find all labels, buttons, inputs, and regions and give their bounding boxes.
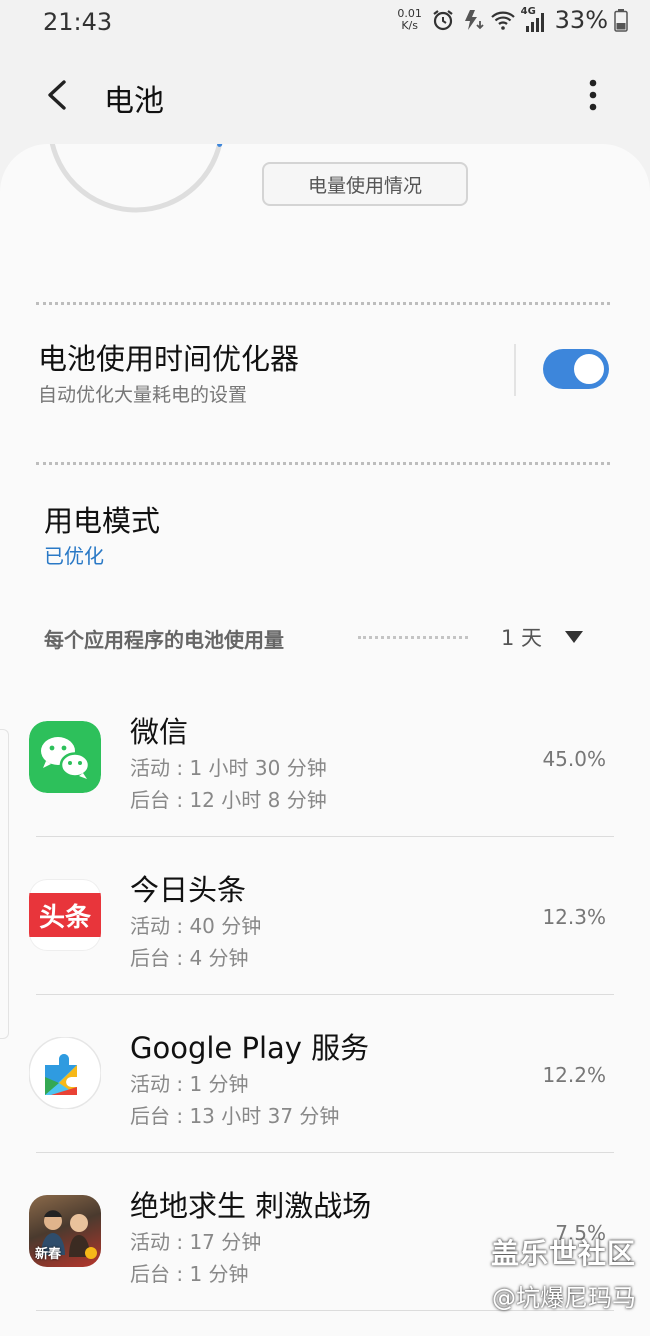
app-active-time: 活动 : 1 小时 30 分钟 <box>130 756 327 780</box>
watermark-line1: 盖乐世社区 <box>490 1237 636 1270</box>
net-speed-unit: K/s <box>401 19 418 32</box>
app-name: Google Play 服务 <box>130 1031 370 1065</box>
list-item[interactable]: 微信 活动 : 1 小时 30 分钟 后台 : 12 小时 8 分钟 45.0% <box>0 679 650 837</box>
list-item[interactable]: Google Play 服务 活动 : 1 分钟 后台 : 13 小时 37 分… <box>0 995 650 1153</box>
more-vertical-icon[interactable] <box>576 72 610 118</box>
app-usage-percent: 12.2% <box>542 1063 606 1087</box>
net-speed: 0.01 K/s <box>395 8 425 32</box>
app-background-time: 后台 : 13 小时 37 分钟 <box>130 1104 340 1128</box>
toggle-knob <box>572 352 606 386</box>
period-dropdown[interactable]: 1 天 <box>501 622 542 652</box>
power-mode-title: 用电模式 <box>44 504 161 538</box>
per-app-usage-header: 每个应用程序的电池使用量 <box>44 628 284 652</box>
wechat-icon <box>29 721 101 793</box>
status-time: 21:43 <box>43 8 113 36</box>
google-play-services-icon <box>29 1037 101 1109</box>
app-name: 绝地求生 刺激战场 <box>130 1189 372 1223</box>
toutiao-icon-label: 头条 <box>29 893 101 937</box>
app-name: 今日头条 <box>130 873 247 907</box>
watermark-line2: @坑爆尼玛马 <box>492 1284 636 1312</box>
app-active-time: 活动 : 1 分钟 <box>130 1072 249 1096</box>
toutiao-icon: 头条 <box>29 879 101 951</box>
signal-icon <box>525 13 544 32</box>
cell-signal: 4G <box>521 6 547 32</box>
dotted-divider <box>36 302 610 305</box>
app-background-time: 后台 : 1 分钟 <box>130 1262 249 1286</box>
back-arrow-icon[interactable] <box>38 70 78 120</box>
optimizer-subtitle: 自动优化大量耗电的设置 <box>38 384 248 406</box>
optimizer-toggle[interactable] <box>543 349 609 389</box>
optimizer-title: 电池使用时间优化器 <box>38 342 300 376</box>
wifi-icon <box>490 11 515 30</box>
status-icons: 0.01 K/s 4G 33% <box>395 6 628 34</box>
power-mode-value: 已优化 <box>44 544 104 568</box>
vertical-separator <box>514 344 516 396</box>
pubg-icon-badge: 新春 <box>35 1247 62 1262</box>
app-usage-percent: 45.0% <box>542 747 606 771</box>
battery-gauge <box>49 144 223 213</box>
app-usage-percent: 12.3% <box>542 905 606 929</box>
list-item[interactable]: 头条 今日头条 活动 : 40 分钟 后台 : 4 分钟 12.3% <box>0 837 650 995</box>
battery-percent: 33% <box>554 6 608 34</box>
dotted-divider <box>36 462 610 465</box>
app-active-time: 活动 : 40 分钟 <box>130 914 262 938</box>
watermark: 盖乐世社区 @坑爆尼玛马 <box>491 1232 636 1313</box>
app-name: 微信 <box>130 715 189 749</box>
dropdown-caret-icon[interactable] <box>564 630 584 644</box>
battery-settings-card: 电量使用情况 电池使用时间优化器 自动优化大量耗电的设置 用电模式 已优化 每个… <box>0 144 650 679</box>
dotted-leader <box>358 636 468 639</box>
alarm-icon <box>432 10 453 31</box>
status-bar: 21:43 0.01 K/s 4G 33% <box>0 0 650 48</box>
app-active-time: 活动 : 17 分钟 <box>130 1230 262 1254</box>
pubg-mobile-icon: 新春 <box>29 1195 101 1267</box>
app-background-time: 后台 : 4 分钟 <box>130 946 249 970</box>
page-title: 电池 <box>104 84 164 119</box>
battery-usage-button[interactable]: 电量使用情况 <box>262 162 468 206</box>
app-background-time: 后台 : 12 小时 8 分钟 <box>130 788 327 812</box>
battery-icon <box>614 9 628 32</box>
data-saver-icon <box>464 10 484 30</box>
app-bar: 电池 <box>0 60 650 132</box>
